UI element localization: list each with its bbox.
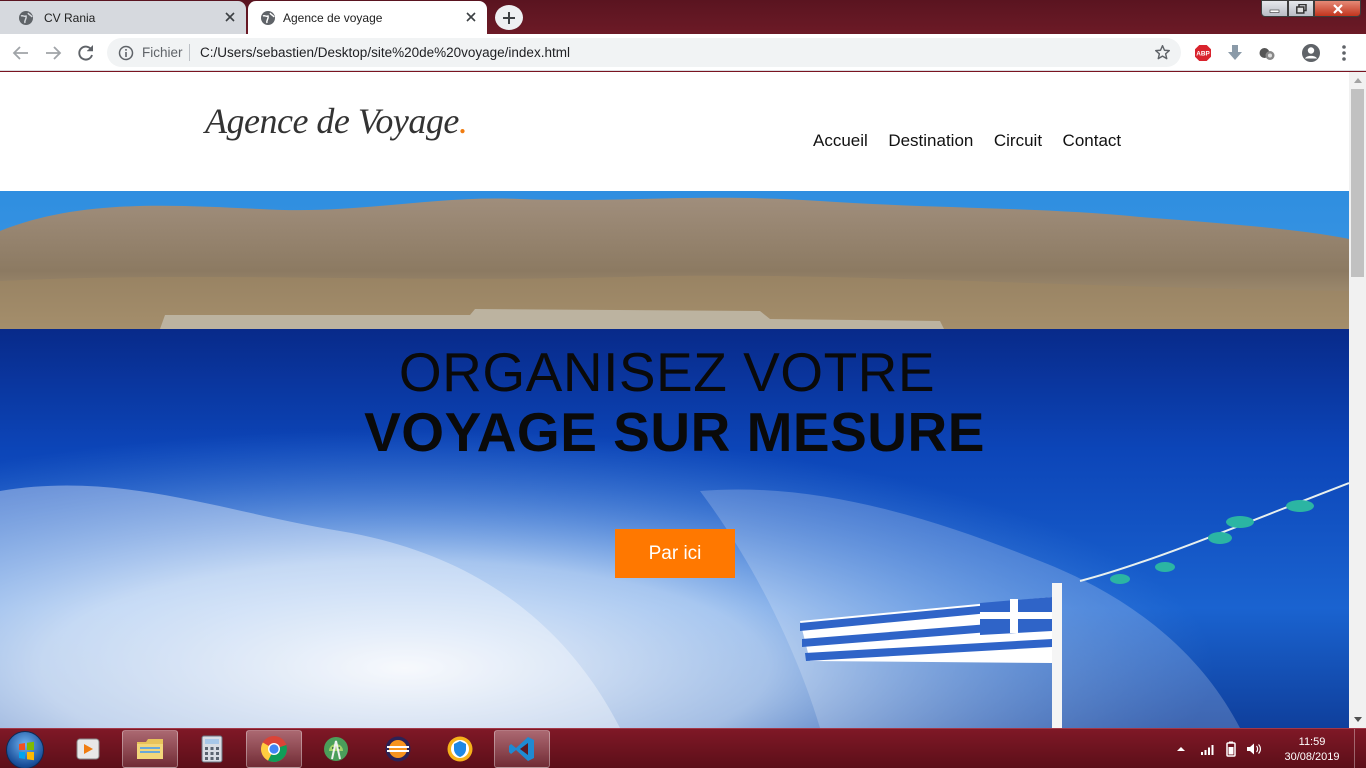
- info-icon[interactable]: [118, 45, 134, 61]
- caret-down-icon: [1353, 717, 1362, 722]
- extension-icon[interactable]: [1257, 43, 1277, 63]
- address-bar[interactable]: Fichier C:/Users/sebastien/Desktop/site%…: [107, 38, 1181, 67]
- globe-icon: [261, 11, 275, 25]
- clock-date: 30/08/2019: [1284, 751, 1340, 763]
- download-arrow-icon: [1228, 45, 1242, 60]
- android-studio-icon[interactable]: [308, 730, 364, 768]
- nav-destination[interactable]: Destination: [888, 131, 973, 151]
- reload-icon: [78, 45, 93, 61]
- show-desktop-button[interactable]: [1354, 729, 1366, 768]
- media-player-glyph: [76, 738, 100, 760]
- svg-text:ABP: ABP: [1196, 51, 1210, 58]
- page-scrollbar[interactable]: [1349, 72, 1366, 728]
- tab-title: Agence de voyage: [283, 11, 383, 25]
- file-explorer-icon[interactable]: [122, 730, 178, 768]
- vscode-glyph: [509, 737, 534, 761]
- par-ici-button[interactable]: Par ici: [615, 529, 735, 578]
- divider: [189, 44, 190, 61]
- plus-icon: [503, 11, 515, 24]
- calculator-glyph: [201, 735, 223, 763]
- restore-icon: [1295, 3, 1307, 14]
- nav-contact[interactable]: Contact: [1063, 131, 1122, 151]
- globe-icon: [19, 11, 33, 25]
- minimize-icon: [1269, 9, 1280, 13]
- caret-up-icon: [1353, 78, 1362, 83]
- vscode-icon[interactable]: [494, 730, 550, 768]
- hero-title-line2: VOYAGE SUR MESURE: [364, 401, 985, 463]
- start-button[interactable]: [6, 731, 44, 768]
- chrome-icon[interactable]: [246, 730, 302, 768]
- minimize-button[interactable]: [1261, 0, 1288, 17]
- chrome-logo-icon: [261, 736, 287, 763]
- nav-accueil[interactable]: Accueil: [813, 131, 868, 151]
- menu-icon[interactable]: [1334, 43, 1354, 63]
- site-header: Agence de Voyage. Accueil Destination Ci…: [0, 72, 1349, 191]
- nav-circuit[interactable]: Circuit: [994, 131, 1042, 151]
- eclipse-icon[interactable]: [370, 730, 426, 768]
- hero-section: ORGANISEZ VOTRE VOYAGE SUR MESURE Par ic…: [0, 191, 1349, 728]
- scroll-down-button[interactable]: [1349, 711, 1366, 728]
- kebab-menu-icon: [1342, 45, 1346, 61]
- eclipse-glyph: [385, 736, 411, 762]
- back-button[interactable]: [10, 42, 32, 64]
- profile-icon[interactable]: [1301, 43, 1321, 63]
- windows-taskbar: 11:59 30/08/2019: [0, 728, 1366, 768]
- close-icon: [1332, 3, 1343, 14]
- folder-icon: [137, 739, 163, 759]
- network-signal-icon[interactable]: [1200, 742, 1216, 756]
- adblock-plus-icon[interactable]: ABP: [1193, 43, 1213, 63]
- vpn-icon[interactable]: [432, 730, 488, 768]
- page-viewport: Agence de Voyage. Accueil Destination Ci…: [0, 72, 1349, 728]
- close-tab-icon[interactable]: [463, 9, 479, 25]
- tab-cv-rania[interactable]: CV Rania: [0, 1, 246, 34]
- system-tray: [1176, 729, 1262, 768]
- extension-shape-icon: [1259, 48, 1275, 60]
- android-studio-glyph: [324, 737, 348, 761]
- battery-icon[interactable]: [1224, 741, 1238, 757]
- main-nav: Accueil Destination Circuit Contact: [813, 131, 1142, 151]
- windows-logo-icon: [19, 741, 34, 761]
- calculator-icon[interactable]: [184, 730, 240, 768]
- show-hidden-icons-icon[interactable]: [1176, 745, 1186, 753]
- reload-button[interactable]: [75, 42, 97, 64]
- clock-time: 11:59: [1298, 736, 1326, 748]
- arrow-left-icon: [12, 46, 28, 60]
- browser-toolbar: Fichier C:/Users/sebastien/Desktop/site%…: [0, 34, 1366, 71]
- tab-strip: CV Rania Agence de voyage: [0, 0, 1366, 34]
- restore-button[interactable]: [1288, 0, 1314, 17]
- url-text[interactable]: C:/Users/sebastien/Desktop/site%20de%20v…: [200, 45, 570, 60]
- tab-agence-de-voyage[interactable]: Agence de voyage: [248, 1, 487, 34]
- site-logo[interactable]: Agence de Voyage.: [205, 100, 468, 142]
- tab-title: CV Rania: [44, 11, 96, 25]
- download-icon[interactable]: [1225, 43, 1245, 63]
- scroll-thumb[interactable]: [1351, 89, 1364, 277]
- new-tab-button[interactable]: [495, 5, 523, 30]
- security-chip[interactable]: Fichier: [142, 45, 183, 60]
- volume-icon[interactable]: [1246, 742, 1262, 756]
- forward-button[interactable]: [42, 42, 64, 64]
- account-icon: [1302, 44, 1320, 62]
- logo-dot: .: [458, 101, 468, 141]
- logo-text: Agence de Voyage: [205, 101, 459, 141]
- scroll-up-button[interactable]: [1349, 72, 1366, 89]
- adblock-plus-icon-shape: ABP: [1195, 45, 1211, 61]
- bookmark-star-icon[interactable]: [1154, 44, 1171, 61]
- taskbar-clock[interactable]: 11:59 30/08/2019: [1276, 735, 1348, 765]
- vpn-shield-icon: [447, 736, 473, 762]
- media-player-icon[interactable]: [60, 730, 116, 768]
- arrow-right-icon: [46, 46, 62, 60]
- close-tab-icon[interactable]: [222, 9, 238, 25]
- close-window-button[interactable]: [1314, 0, 1361, 17]
- hero-title-line1: ORGANISEZ VOTRE: [398, 341, 936, 403]
